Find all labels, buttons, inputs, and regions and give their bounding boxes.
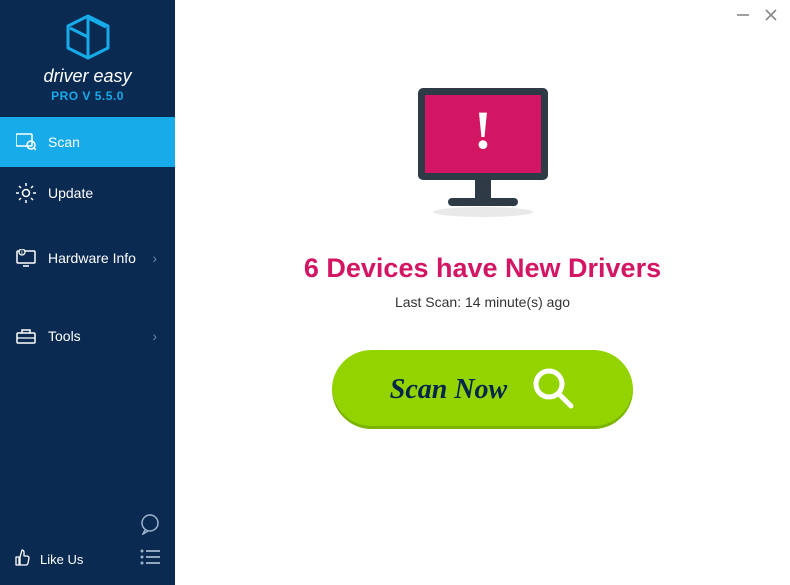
svg-text:!: ! [474,100,492,160]
like-label: Like Us [40,552,83,567]
nav-label: Hardware Info [48,250,152,266]
nav-label: Update [48,185,161,201]
nav-item-scan[interactable]: Scan [0,117,175,167]
sidebar-bottom: Like Us [0,503,175,585]
headline: 6 Devices have New Drivers [304,253,661,284]
nav-label: Tools [48,328,152,344]
nav-item-update[interactable]: Update [0,167,175,219]
nav: Scan Update i Hardware Info › Tools › [0,117,175,503]
monitor-icon: i [14,249,38,267]
magnifier-icon [531,366,575,413]
toolbox-icon [14,327,38,345]
scan-button-label: Scan Now [390,374,507,406]
close-button[interactable] [764,8,778,25]
content: ! 6 Devices have New Drivers Last Scan: … [175,8,790,429]
chat-icon[interactable] [139,522,161,539]
nav-item-hardware-info[interactable]: i Hardware Info › [0,233,175,283]
scan-now-button[interactable]: Scan Now [332,350,633,429]
scan-icon [14,133,38,151]
alert-monitor-icon: ! [408,80,558,225]
sidebar: driver easy PRO V 5.5.0 Scan Update i Ha… [0,0,175,585]
main-panel: ! 6 Devices have New Drivers Last Scan: … [175,0,790,585]
chevron-right-icon: › [152,328,157,344]
logo-icon [63,12,113,62]
window-controls [736,8,778,25]
minimize-button[interactable] [736,8,750,25]
nav-label: Scan [48,134,161,150]
thumbs-up-icon [14,549,32,570]
nav-item-tools[interactable]: Tools › [0,311,175,361]
brand-name: driver easy [0,66,175,87]
chevron-right-icon: › [152,250,157,266]
last-scan-label: Last Scan: 14 minute(s) ago [395,294,570,310]
logo-section: driver easy PRO V 5.5.0 [0,0,175,117]
version-label: PRO V 5.5.0 [0,89,175,103]
like-us-button[interactable]: Like Us [14,549,83,570]
list-icon[interactable] [139,548,161,571]
gear-icon [14,183,38,203]
